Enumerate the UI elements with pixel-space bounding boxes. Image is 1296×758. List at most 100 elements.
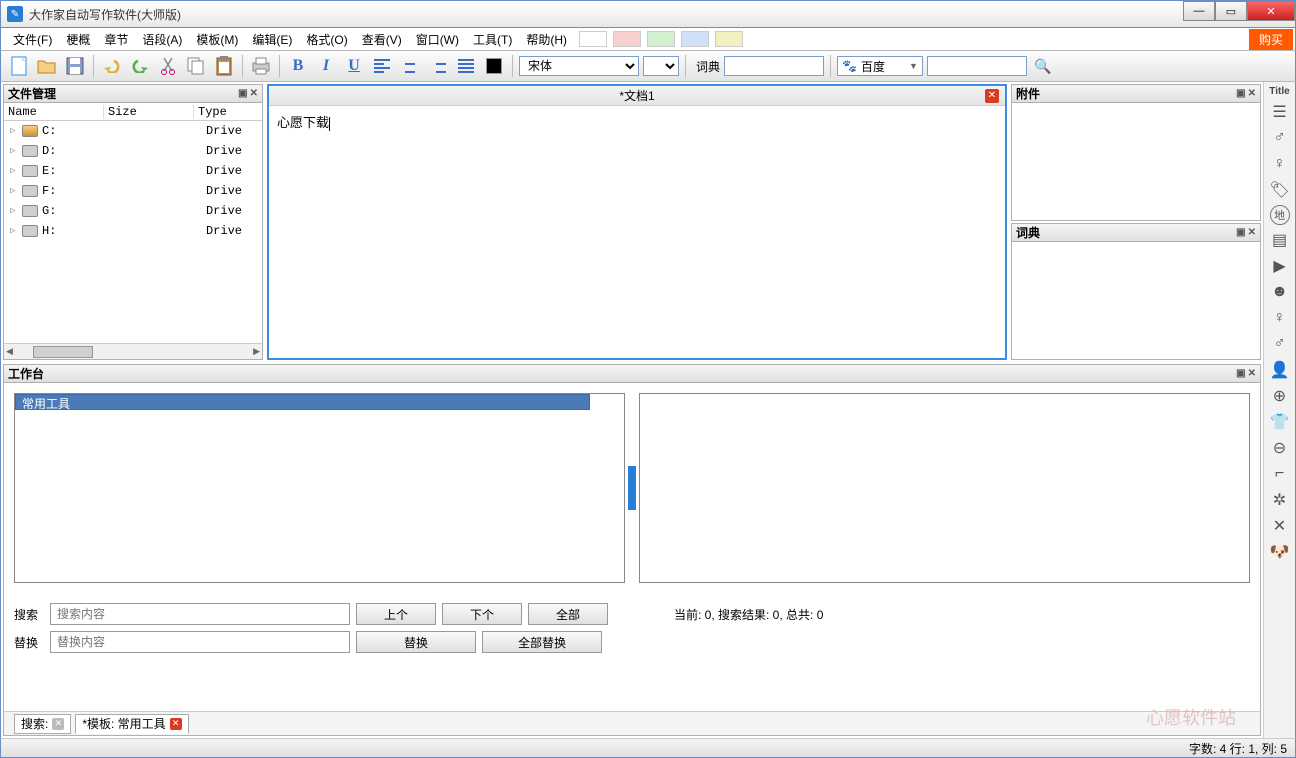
building-icon[interactable]: ⌐ [1269,463,1291,485]
font-size-select[interactable] [643,56,679,76]
drive-icon [22,205,38,217]
app-icon: ✎ [7,6,23,22]
panel-close-icon[interactable]: ✕ [1248,88,1256,99]
tool-list-box[interactable]: 常用工具 [14,393,625,583]
tab-template[interactable]: *模板: 常用工具 ✕ [75,714,188,734]
panel-float-icon[interactable]: ▣ [1236,88,1245,99]
bold-icon[interactable]: B [286,54,310,78]
document-lines-icon[interactable]: ▤ [1269,229,1291,251]
cut-icon[interactable] [156,54,180,78]
replace-button[interactable]: 替换 [356,631,476,653]
color-swatch[interactable] [715,31,743,47]
italic-icon[interactable]: I [314,54,338,78]
search-icon[interactable]: 🔍 [1031,54,1055,78]
drive-icon [22,165,38,177]
menu-edit[interactable]: 编辑(E) [246,29,298,50]
menu-chapter[interactable]: 章节 [98,29,134,50]
maximize-button[interactable]: ▭ [1215,1,1247,21]
menu-format[interactable]: 格式(O) [300,29,353,50]
panel-close-icon[interactable]: ✕ [250,88,258,99]
tab-close-icon[interactable]: ✕ [170,718,182,730]
panel-close-icon[interactable]: ✕ [1248,368,1256,379]
replace-input[interactable] [50,631,350,653]
buy-button[interactable]: 购买 [1249,29,1293,50]
replace-all-button[interactable]: 全部替换 [482,631,602,653]
align-center-icon[interactable] [398,54,422,78]
web-search-input[interactable] [927,56,1027,76]
menu-view[interactable]: 查看(V) [356,29,408,50]
open-file-icon[interactable] [35,54,59,78]
location-icon[interactable]: 地 [1270,205,1290,225]
ball-icon[interactable]: ⊖ [1269,437,1291,459]
panel-float-icon[interactable]: ▣ [1236,227,1245,238]
menu-template[interactable]: 模板(M) [190,29,244,50]
toolbar: B I U 宋体 词典 🐾 百度 ▼ 🔍 [0,50,1296,82]
menu-segment[interactable]: 语段(A) [136,29,188,50]
cross-icon[interactable]: ✕ [1269,515,1291,537]
align-justify-icon[interactable] [454,54,478,78]
drive-row[interactable]: ▷C:Drive [4,121,262,141]
color-swatch[interactable] [647,31,675,47]
new-file-icon[interactable] [7,54,31,78]
preview-box[interactable] [639,393,1250,583]
face-icon[interactable]: ☻ [1269,281,1291,303]
play-icon[interactable]: ▶ [1269,255,1291,277]
file-scroll-bar[interactable]: ◀ ▶ [4,343,262,359]
menu-file[interactable]: 文件(F) [7,29,58,50]
panel-close-icon[interactable]: ✕ [1248,227,1256,238]
drive-row[interactable]: ▷E:Drive [4,161,262,181]
document-close-icon[interactable]: ✕ [985,89,999,103]
male-icon[interactable]: ♂ [1269,127,1291,149]
align-left-icon[interactable] [370,54,394,78]
editor-text[interactable]: 心愿下载 [269,106,1005,137]
prev-button[interactable]: 上个 [356,603,436,625]
next-button[interactable]: 下个 [442,603,522,625]
person-icon[interactable]: 👤 [1269,359,1291,381]
drive-row[interactable]: ▷H:Drive [4,221,262,241]
mars-icon[interactable]: ♂ [1269,333,1291,355]
underline-icon[interactable]: U [342,54,366,78]
menu-window[interactable]: 窗口(W) [410,29,465,50]
panel-float-icon[interactable]: ▣ [1236,368,1245,379]
copy-icon[interactable] [184,54,208,78]
drive-row[interactable]: ▷D:Drive [4,141,262,161]
splitter-handle[interactable] [628,466,636,510]
color-swatch[interactable] [681,31,709,47]
venus-icon[interactable]: ♀ [1269,307,1291,329]
tag-icon[interactable]: 🏷 [1269,179,1291,201]
result-status: 当前: 0, 搜索结果: 0, 总共: 0 [674,606,823,623]
color-swatch[interactable] [579,31,607,47]
menu-synopsis[interactable]: 梗概 [60,29,96,50]
tool-tab[interactable]: 常用工具 [15,394,590,410]
font-family-select[interactable]: 宋体 [519,56,639,76]
undo-icon[interactable] [100,54,124,78]
color-swatch[interactable] [613,31,641,47]
drive-row[interactable]: ▷F:Drive [4,181,262,201]
drive-icon [22,185,38,197]
workbench-tabs: 搜索: ✕ *模板: 常用工具 ✕ [4,711,1260,735]
close-button[interactable]: ✕ [1247,1,1295,21]
all-button[interactable]: 全部 [528,603,608,625]
shirt-icon[interactable]: 👕 [1269,411,1291,433]
panel-float-icon[interactable]: ▣ [238,88,247,99]
redo-icon[interactable] [128,54,152,78]
search-input[interactable] [50,603,350,625]
drive-row[interactable]: ▷G:Drive [4,201,262,221]
tab-search[interactable]: 搜索: ✕ [14,714,71,734]
tab-close-icon[interactable]: ✕ [52,718,64,730]
print-icon[interactable] [249,54,273,78]
globe-icon[interactable]: ⊕ [1269,385,1291,407]
menu-help[interactable]: 帮助(H) [520,29,573,50]
align-right-icon[interactable] [426,54,450,78]
gear-icon[interactable]: ✲ [1269,489,1291,511]
dict-input[interactable] [724,56,824,76]
dog-icon[interactable]: 🐶 [1269,541,1291,563]
search-engine-select[interactable]: 🐾 百度 ▼ [837,56,923,76]
menu-tools[interactable]: 工具(T) [467,29,518,50]
menu-lines-icon[interactable]: ☰ [1269,101,1291,123]
minimize-button[interactable]: — [1183,1,1215,21]
save-icon[interactable] [63,54,87,78]
paste-icon[interactable] [212,54,236,78]
font-color-icon[interactable] [482,54,506,78]
female-icon[interactable]: ♀ [1269,153,1291,175]
